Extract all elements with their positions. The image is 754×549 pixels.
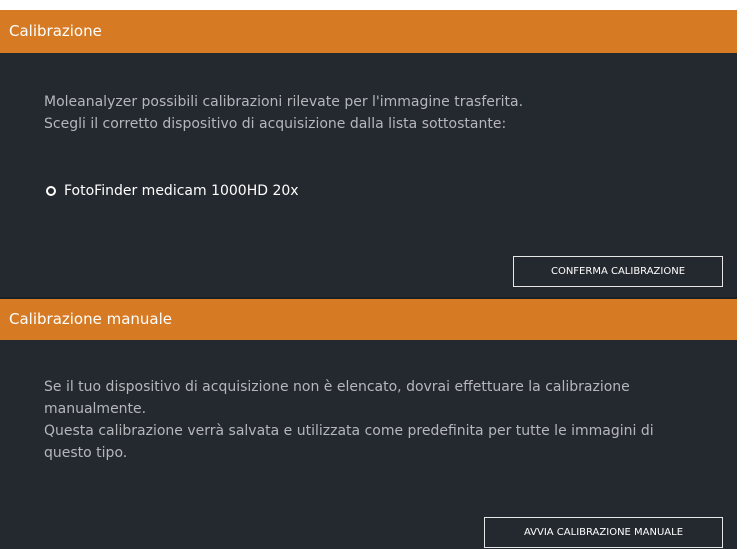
manual-description-line: questo tipo. <box>44 445 128 461</box>
device-option-label: FotoFinder medicam 1000HD 20x <box>64 183 299 199</box>
manual-description-line: manualmente. <box>44 401 147 417</box>
manual-calibration-description: Se il tuo dispositivo di acquisizione no… <box>44 376 654 464</box>
calibration-description-line: Moleanalyzer possibili calibrazioni rile… <box>44 94 524 110</box>
calibration-panel: Calibrazione Moleanalyzer possibili cali… <box>0 10 737 297</box>
device-option-fotofinder[interactable]: FotoFinder medicam 1000HD 20x <box>46 183 299 199</box>
manual-calibration-header: Calibrazione manuale <box>0 299 737 340</box>
start-manual-calibration-button[interactable]: AVVIA CALIBRAZIONE MANUALE <box>484 517 723 548</box>
manual-calibration-panel: Calibrazione manuale Se il tuo dispositi… <box>0 299 737 549</box>
manual-description-line: Se il tuo dispositivo di acquisizione no… <box>44 379 630 395</box>
calibration-body: Moleanalyzer possibili calibrazioni rile… <box>0 53 737 297</box>
calibration-dialog: Calibrazione Moleanalyzer possibili cali… <box>0 10 737 549</box>
confirm-calibration-button[interactable]: CONFERMA CALIBRAZIONE <box>513 256 723 287</box>
manual-description-line: Questa calibrazione verrà salvata e util… <box>44 423 654 439</box>
calibration-description-line: Scegli il corretto dispositivo di acquis… <box>44 116 507 132</box>
top-margin <box>0 0 754 10</box>
right-margin <box>737 10 754 549</box>
calibration-description: Moleanalyzer possibili calibrazioni rile… <box>44 91 523 135</box>
calibration-header: Calibrazione <box>0 10 737 53</box>
radio-button-icon[interactable] <box>46 186 56 196</box>
manual-calibration-body: Se il tuo dispositivo di acquisizione no… <box>0 340 737 549</box>
